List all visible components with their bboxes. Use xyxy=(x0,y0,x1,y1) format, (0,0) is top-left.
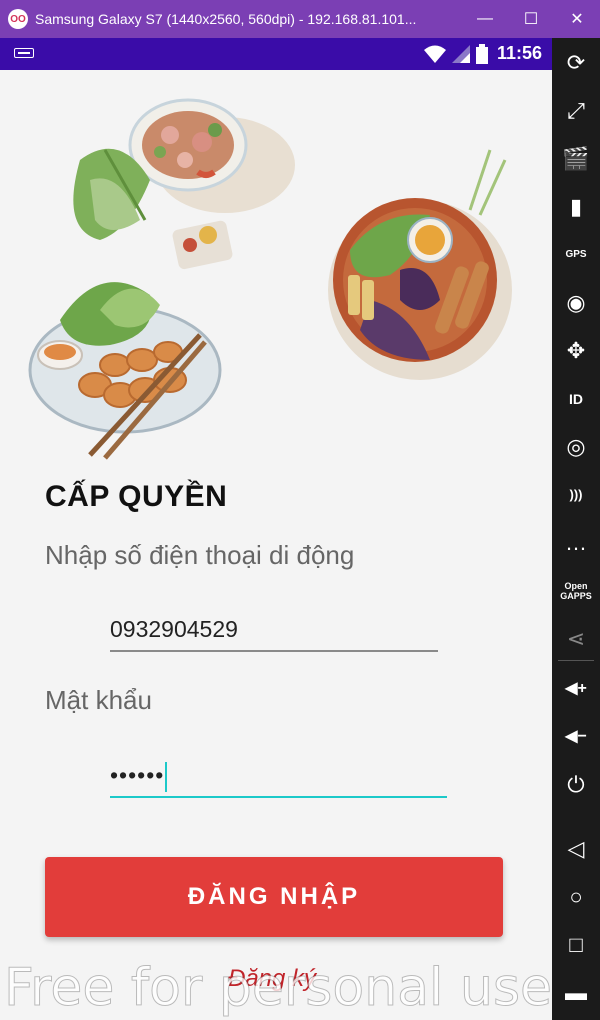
disk-icon[interactable]: ◎ xyxy=(552,424,600,470)
battery-icon[interactable]: ▮ xyxy=(552,184,600,230)
app-logo-icon: OO xyxy=(8,9,28,29)
volume-up-icon[interactable]: ◀+ xyxy=(552,666,600,712)
camera-icon[interactable]: ◉ xyxy=(552,280,600,326)
signal-icon xyxy=(452,45,470,63)
password-dots: •••••• xyxy=(110,762,165,789)
keyboard-icon xyxy=(14,48,34,58)
window-title: Samsung Galaxy S7 (1440x2560, 560dpi) - … xyxy=(35,11,417,27)
power-icon[interactable]: ⏻ xyxy=(552,762,600,808)
back-icon[interactable]: ◁ xyxy=(552,826,600,872)
screen-record-icon[interactable]: 🎬 xyxy=(552,136,600,182)
password-input[interactable]: •••••• xyxy=(110,756,447,798)
rss-icon[interactable]: ))) xyxy=(552,472,600,518)
close-button[interactable]: ✕ xyxy=(554,0,600,38)
sidebar-divider xyxy=(558,660,594,661)
volume-down-icon[interactable]: ◀− xyxy=(552,714,600,760)
password-label: Mật khẩu xyxy=(45,685,152,715)
window-titlebar: OO Samsung Galaxy S7 (1440x2560, 560dpi)… xyxy=(0,0,600,38)
page-heading: CẤP QUYỀN xyxy=(45,480,228,513)
status-icons xyxy=(424,44,488,64)
sms-icon[interactable]: … xyxy=(552,520,600,566)
recents-icon[interactable]: □ xyxy=(552,922,600,968)
gps-icon[interactable]: GPS xyxy=(552,232,600,278)
food-illustration xyxy=(28,98,512,460)
move-icon[interactable]: ✥ xyxy=(552,328,600,374)
home-icon[interactable]: ○ xyxy=(552,874,600,920)
text-caret xyxy=(165,762,168,792)
login-button[interactable]: ĐĂNG NHẬP xyxy=(45,857,503,937)
phone-input[interactable]: 0932904529 xyxy=(110,610,438,652)
opengapps-icon[interactable]: Open GAPPS xyxy=(552,568,600,614)
rotate-icon[interactable]: ⟳ xyxy=(552,40,600,86)
emulator-sidebar: ⟳ ⤢ 🎬 ▮ GPS ◉ ✥ ID ◎ ))) … Open GAPPS ⋖ … xyxy=(552,38,600,1020)
share-icon[interactable]: ⋖ xyxy=(552,616,600,662)
fullscreen-icon[interactable]: ⤢ xyxy=(552,88,600,134)
maximize-button[interactable]: ☐ xyxy=(508,0,554,38)
app-screen: CẤP QUYỀN Nhập số điện thoại di động 093… xyxy=(0,70,552,1020)
phone-label: Nhập số điện thoại di động xyxy=(45,540,355,570)
minimize-button[interactable]: — xyxy=(462,0,508,38)
wifi-icon xyxy=(424,45,446,63)
status-time: 11:56 xyxy=(496,43,542,63)
battery-status-icon xyxy=(476,44,488,64)
menu-icon[interactable]: ▬ xyxy=(552,970,600,1016)
android-statusbar: 11:56 xyxy=(0,38,552,70)
register-link[interactable]: Đăng ký xyxy=(228,965,316,993)
id-icon[interactable]: ID xyxy=(552,376,600,422)
